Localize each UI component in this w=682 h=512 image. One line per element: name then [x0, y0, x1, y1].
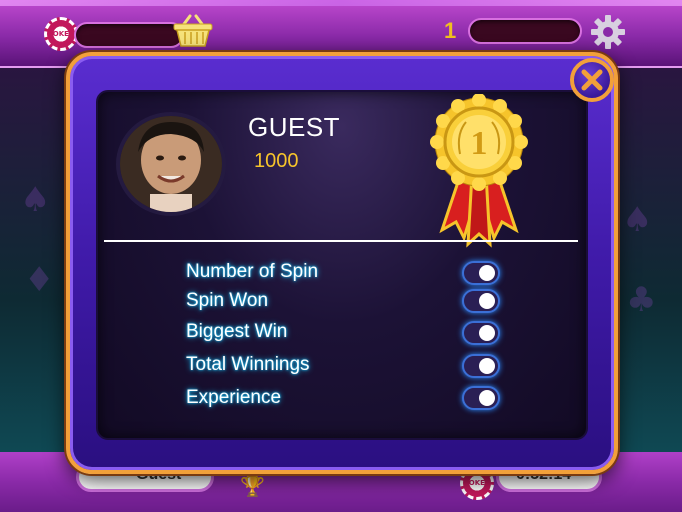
gold-medal-icon: 1 — [430, 94, 528, 248]
toggle-knob — [479, 358, 495, 374]
chip-label: POKER — [463, 479, 491, 487]
diamond-suit-icon: ♦ — [24, 260, 55, 300]
medal-rank: 1 — [471, 125, 488, 162]
player-coins: 1000 — [254, 150, 299, 172]
toggle-knob — [479, 293, 495, 309]
stat-label-number-of-spin: Number of Spin — [186, 261, 319, 282]
stat-label-biggest-win: Biggest Win — [186, 321, 288, 342]
toggle-spin-won[interactable] — [462, 289, 500, 313]
shop-basket-icon[interactable] — [172, 14, 214, 48]
toggle-experience[interactable] — [462, 386, 500, 410]
poker-chip-icon: POKER — [44, 17, 78, 51]
toggle-knob — [479, 325, 495, 341]
toggle-total-winnings[interactable] — [462, 354, 500, 378]
stat-label-total-winnings: Total Winnings — [186, 354, 310, 375]
player-name: GUEST — [248, 112, 341, 142]
stat-label-spin-won: Spin Won — [186, 290, 269, 311]
settings-gear-icon[interactable] — [590, 14, 626, 50]
trophy-icon[interactable]: 🏆 — [240, 474, 265, 498]
close-button[interactable] — [570, 58, 614, 102]
experience-bar — [468, 18, 582, 44]
level-number: 1 — [444, 18, 457, 43]
stat-label-experience: Experience — [186, 387, 282, 408]
chip-label: POKER — [47, 30, 75, 38]
player-avatar — [116, 112, 226, 216]
toggle-knob — [479, 265, 495, 281]
toggle-number-of-spin[interactable] — [462, 261, 500, 285]
avatar-photo — [120, 116, 222, 212]
toggle-knob — [479, 390, 495, 406]
toggle-biggest-win[interactable] — [462, 321, 500, 345]
spade-suit-icon: ♠ — [622, 200, 653, 240]
close-icon — [581, 69, 603, 91]
spade-suit-icon: ♠ — [20, 180, 51, 220]
club-suit-icon: ♣ — [626, 280, 657, 320]
coin-balance-field — [74, 22, 184, 48]
section-divider — [104, 240, 578, 242]
